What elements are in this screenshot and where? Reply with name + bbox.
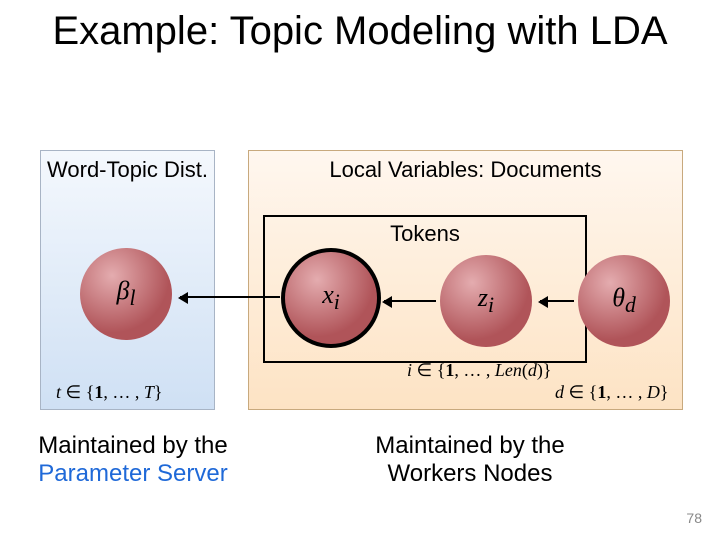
math-i-range: i ∈ {1, … , Len(d)}	[407, 360, 551, 381]
node-xi-label: xi	[322, 280, 340, 315]
node-beta: βl	[80, 248, 172, 340]
node-theta-label: θd	[612, 283, 636, 318]
caption-right-line2: Workers Nodes	[320, 460, 620, 488]
arrow-beta-to-xi	[180, 296, 280, 298]
math-d-range: d ∈ {1, … , D}	[555, 382, 668, 403]
caption-right: Maintained by the Workers Nodes	[320, 432, 620, 488]
arrow-theta-to-zi	[540, 300, 574, 302]
page-number: 78	[686, 510, 702, 526]
slide-title: Example: Topic Modeling with LDA	[0, 8, 720, 54]
word-topic-title: Word-Topic Dist.	[41, 157, 214, 183]
node-xi: xi	[285, 252, 377, 344]
slide: Example: Topic Modeling with LDA Word-To…	[0, 0, 720, 540]
node-zi-label: zi	[478, 283, 494, 318]
caption-right-line1: Maintained by the	[320, 432, 620, 460]
arrow-zi-to-xi	[384, 300, 436, 302]
node-theta: θd	[578, 255, 670, 347]
tokens-label: Tokens	[265, 221, 585, 247]
node-beta-label: βl	[117, 276, 136, 311]
node-zi: zi	[440, 255, 532, 347]
caption-left-line1: Maintained by the	[18, 432, 248, 460]
documents-box-title: Local Variables: Documents	[249, 157, 682, 183]
caption-left-line2: Parameter Server	[18, 460, 248, 488]
caption-left: Maintained by the Parameter Server	[18, 432, 248, 488]
math-t-range: t ∈ {1, … , T}	[56, 382, 163, 403]
